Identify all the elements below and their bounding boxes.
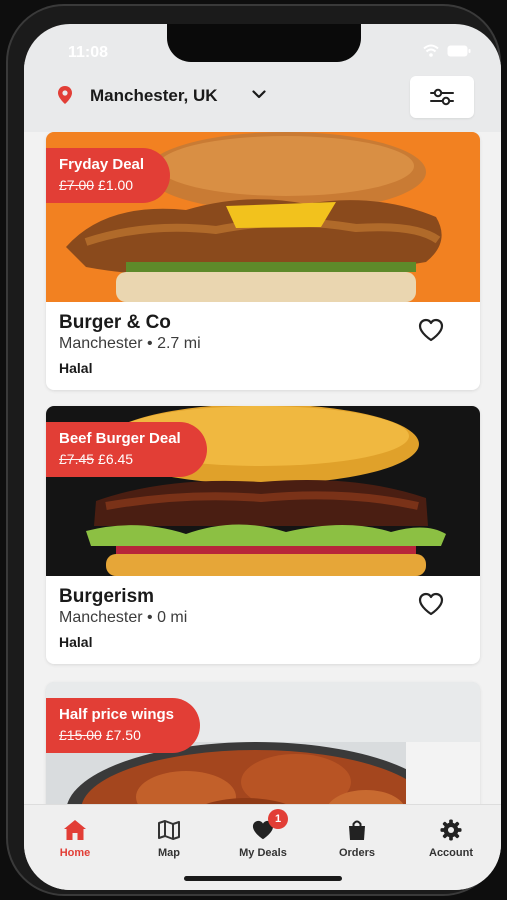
tab-map[interactable]: Map — [124, 819, 214, 859]
restaurant-location: Manchester • 2.7 mi — [59, 335, 201, 352]
tab-orders[interactable]: Orders — [312, 819, 402, 859]
restaurant-name: Burger & Co — [59, 312, 171, 333]
old-price: £15.00 — [59, 727, 102, 743]
new-price: £6.45 — [98, 451, 134, 467]
deals-feed[interactable]: Fryday Deal £7.00 £1.00 Burger & Co Manch… — [24, 132, 501, 804]
old-price: £7.00 — [59, 177, 95, 193]
home-indicator — [184, 876, 342, 881]
status-icons — [423, 44, 471, 57]
deal-banner: Beef Burger Deal £7.45 £6.45 — [46, 422, 207, 477]
shopping-bag-icon — [349, 820, 365, 840]
new-price: £7.50 — [105, 727, 141, 743]
deal-prices: £7.45 £6.45 — [59, 451, 181, 467]
tab-label: Map — [158, 847, 180, 859]
notification-badge: 1 — [268, 809, 288, 829]
battery-icon — [447, 45, 471, 56]
location-pin-icon — [58, 86, 72, 104]
restaurant-card[interactable]: Half price wings £15.00 £7.50 — [46, 682, 480, 804]
gear-icon — [440, 819, 462, 841]
app-header: Manchester, UK — [24, 62, 501, 132]
restaurant-name: Burgerism — [59, 586, 155, 607]
tab-my-deals[interactable]: 1 My Deals — [218, 809, 308, 859]
deal-prices: £15.00 £7.50 — [59, 727, 174, 743]
map-icon — [158, 820, 180, 840]
dietary-tag: Halal — [59, 360, 93, 376]
restaurant-card[interactable]: Fryday Deal £7.00 £1.00 Burger & Co Manch… — [46, 132, 480, 390]
restaurant-card[interactable]: Beef Burger Deal £7.45 £6.45 Burgerism Ma… — [46, 406, 480, 664]
tab-label: Account — [429, 847, 473, 859]
location-label[interactable]: Manchester, UK — [90, 86, 218, 106]
old-price: £7.45 — [59, 451, 95, 467]
phone-frame: 11:08 Manchester, UK Fryday Deal £7.00 £… — [6, 4, 501, 896]
wifi-icon — [423, 44, 439, 57]
deal-banner: Fryday Deal £7.00 £1.00 — [46, 148, 171, 203]
new-price: £1.00 — [98, 177, 134, 193]
tab-home[interactable]: Home — [30, 819, 120, 859]
home-icon — [64, 820, 86, 840]
sliders-icon — [430, 88, 454, 106]
app-screen: 11:08 Manchester, UK Fryday Deal £7.00 £… — [24, 24, 501, 890]
tab-label: Home — [59, 847, 91, 859]
camera-notch — [167, 24, 361, 62]
restaurant-location: Manchester • 0 mi — [59, 609, 188, 626]
tab-label: My Deals — [239, 847, 287, 859]
heart-icon[interactable] — [418, 592, 444, 616]
dietary-tag: Halal — [59, 634, 93, 650]
deal-prices: £7.00 £1.00 — [59, 177, 144, 193]
tab-label: Orders — [338, 847, 376, 859]
deal-title: Beef Burger Deal — [59, 430, 181, 447]
status-time: 11:08 — [68, 44, 109, 61]
filter-button[interactable] — [410, 76, 474, 118]
deal-banner: Half price wings £15.00 £7.50 — [46, 698, 201, 753]
chevron-down-icon[interactable] — [252, 90, 266, 99]
deal-title: Fryday Deal — [59, 156, 145, 173]
heart-icon[interactable] — [418, 318, 444, 342]
deal-title: Half price wings — [59, 706, 175, 723]
tab-account[interactable]: Account — [406, 819, 496, 859]
